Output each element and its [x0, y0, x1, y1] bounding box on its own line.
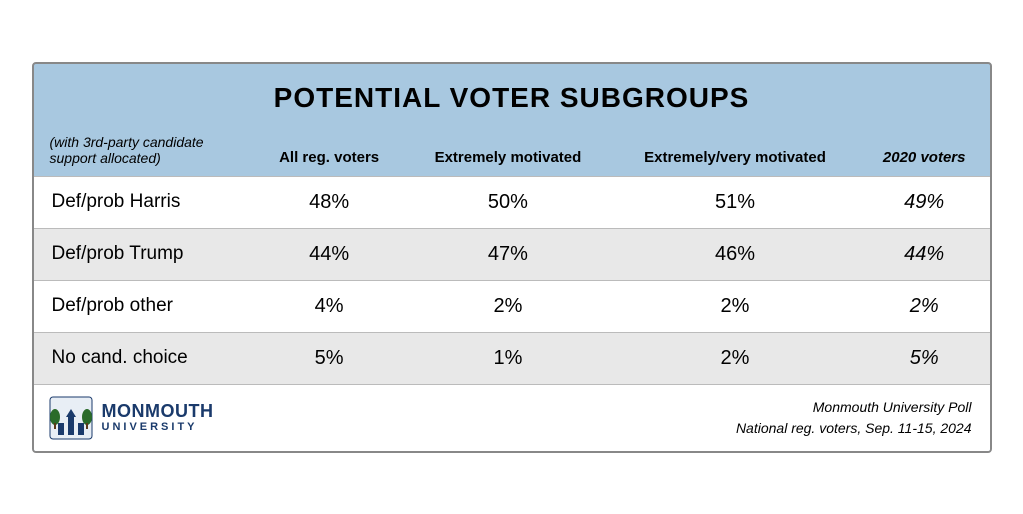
row-label: No cand. choice: [34, 332, 254, 384]
row-val-4: 49%: [859, 176, 990, 228]
monmouth-logo-icon: [48, 395, 94, 441]
row-val-4: 44%: [859, 228, 990, 280]
row-val-2: 1%: [405, 332, 611, 384]
row-val-1: 4%: [254, 280, 405, 332]
footer-citation: Monmouth University Poll National reg. v…: [736, 397, 972, 439]
col-header-2: Extremely motivated: [405, 124, 611, 177]
row-val-2: 47%: [405, 228, 611, 280]
row-label: Def/prob Harris: [34, 176, 254, 228]
row-val-3: 2%: [611, 332, 859, 384]
row-label: Def/prob Trump: [34, 228, 254, 280]
table-row: Def/prob other 4% 2% 2% 2%: [34, 280, 990, 332]
card: POTENTIAL VOTER SUBGROUPS (with 3rd-part…: [32, 62, 992, 453]
logo: MONMOUTH UNIVERSITY: [48, 395, 214, 441]
card-title: POTENTIAL VOTER SUBGROUPS: [34, 64, 990, 124]
row-val-2: 50%: [405, 176, 611, 228]
row-val-4: 5%: [859, 332, 990, 384]
row-val-3: 51%: [611, 176, 859, 228]
logo-monmouth: MONMOUTH: [102, 402, 214, 422]
row-val-1: 48%: [254, 176, 405, 228]
row-val-1: 5%: [254, 332, 405, 384]
col-header-3: Extremely/very motivated: [611, 124, 859, 177]
row-val-4: 2%: [859, 280, 990, 332]
row-label: Def/prob other: [34, 280, 254, 332]
footer: MONMOUTH UNIVERSITY Monmouth University …: [34, 384, 990, 451]
row-val-1: 44%: [254, 228, 405, 280]
data-table: (with 3rd-party candidate support alloca…: [34, 124, 990, 384]
row-val-2: 2%: [405, 280, 611, 332]
row-val-3: 2%: [611, 280, 859, 332]
table-row: No cand. choice 5% 1% 2% 5%: [34, 332, 990, 384]
col-header-subtitle: (with 3rd-party candidate support alloca…: [34, 124, 254, 177]
logo-university: UNIVERSITY: [102, 421, 214, 433]
table-row: Def/prob Harris 48% 50% 51% 49%: [34, 176, 990, 228]
logo-text: MONMOUTH UNIVERSITY: [102, 402, 214, 434]
col-header-4: 2020 voters: [859, 124, 990, 177]
col-header-1: All reg. voters: [254, 124, 405, 177]
row-val-3: 46%: [611, 228, 859, 280]
table-row: Def/prob Trump 44% 47% 46% 44%: [34, 228, 990, 280]
